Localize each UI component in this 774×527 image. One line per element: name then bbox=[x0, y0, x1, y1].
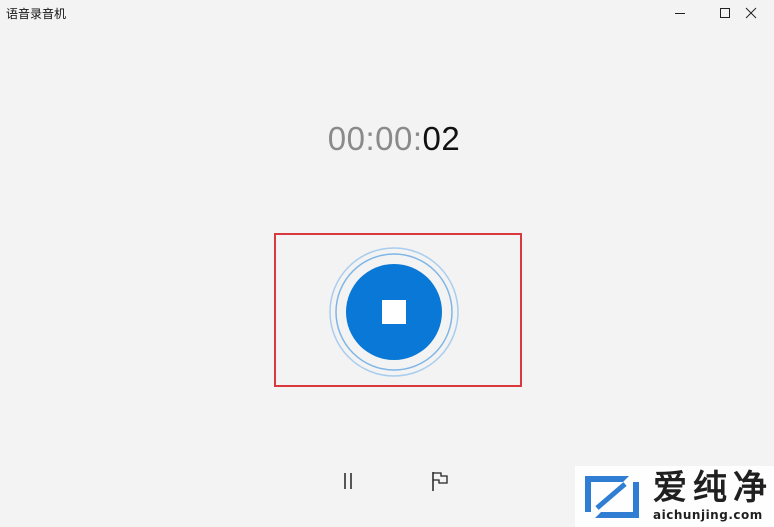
recording-indicator bbox=[328, 246, 460, 378]
minimize-button[interactable] bbox=[657, 0, 703, 26]
watermark-logo-icon bbox=[585, 476, 639, 518]
app-title: 语音录音机 bbox=[6, 7, 67, 21]
pause-button[interactable] bbox=[334, 466, 362, 496]
add-marker-button[interactable] bbox=[426, 466, 454, 496]
close-button[interactable] bbox=[728, 0, 774, 26]
stop-recording-button[interactable] bbox=[346, 264, 442, 360]
timer-elapsed-prefix: 00:00: bbox=[327, 120, 423, 157]
flag-icon bbox=[432, 472, 448, 491]
recording-timer: 00:00:02 bbox=[0, 120, 774, 158]
stop-icon bbox=[382, 300, 406, 324]
timer-elapsed-seconds: 02 bbox=[422, 120, 461, 157]
pause-icon bbox=[344, 473, 352, 489]
watermark-brand: 爱纯净 bbox=[653, 468, 773, 508]
close-icon bbox=[745, 7, 757, 19]
title-bar: 语音录音机 bbox=[0, 0, 774, 30]
minimize-icon bbox=[675, 13, 685, 14]
watermark-url: aichunjing.com bbox=[653, 508, 763, 522]
site-watermark: 爱纯净 aichunjing.com bbox=[575, 466, 774, 527]
